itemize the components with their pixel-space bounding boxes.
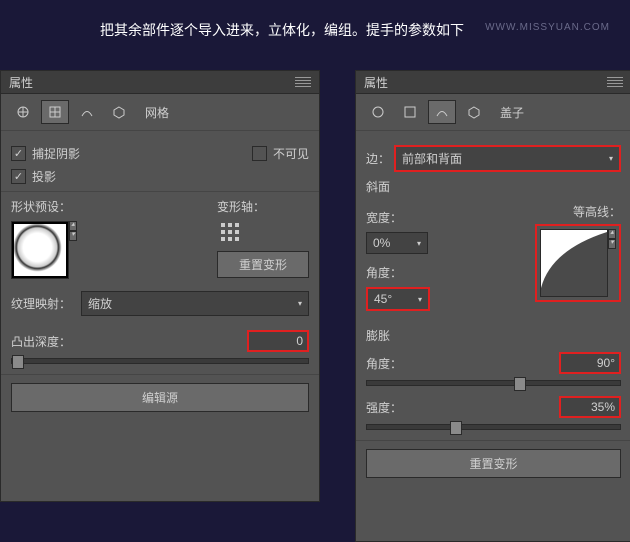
shape-preset-label: 形状预设：	[11, 198, 77, 215]
contour-picker[interactable]	[540, 229, 608, 297]
catch-shadow-label: 捕捉阴影	[32, 145, 80, 162]
extrude-depth-label: 凸出深度：	[11, 333, 71, 350]
bevel-angle-dropdown[interactable]: 45° ▾	[366, 287, 430, 311]
mode-label: 盖子	[500, 104, 524, 121]
panel-title: 属性	[364, 74, 607, 91]
reset-deform-button[interactable]: 重置变形	[366, 449, 621, 478]
mode-icon-row: 网格	[1, 94, 319, 131]
mode-scene-icon[interactable]	[9, 100, 37, 124]
texture-map-label: 纹理映射：	[11, 295, 81, 312]
texture-map-value: 缩放	[88, 295, 112, 312]
deform-axis-grid[interactable]	[221, 223, 239, 241]
mode-mesh-icon[interactable]	[41, 100, 69, 124]
catch-shadow-checkbox[interactable]	[11, 146, 26, 161]
watermark: WWW.MISSYUAN.COM	[485, 22, 610, 33]
edge-value: 前部和背面	[402, 150, 462, 167]
invisible-label: 不可见	[273, 145, 309, 162]
dropdown-arrow-icon: ▾	[417, 239, 421, 248]
bevel-heading: 斜面	[366, 178, 621, 195]
bevel-width-value: 0%	[373, 236, 390, 250]
properties-panel-mesh: 属性 网格 捕捉阴影 不可见 投影 形状预设：	[0, 70, 320, 502]
edit-source-button[interactable]: 编辑源	[11, 383, 309, 412]
properties-panel-cap: 属性 盖子 边： 前部和背面 ▾ 斜面 宽度： 0%	[355, 70, 630, 542]
contour-label: 等高线：	[535, 203, 621, 220]
extrude-depth-input[interactable]: 0	[247, 330, 309, 352]
reset-deform-button[interactable]: 重置变形	[217, 251, 309, 278]
shape-preset-thumb[interactable]	[11, 221, 69, 279]
inflate-angle-input[interactable]: 90°	[559, 352, 621, 374]
bevel-angle-label: 角度：	[366, 264, 402, 281]
page-caption: 把其余部件逐个导入进来，立体化，编组。提手的参数如下	[100, 20, 464, 40]
inflate-angle-label: 角度：	[366, 355, 402, 372]
bevel-angle-value: 45°	[374, 292, 392, 306]
edge-dropdown[interactable]: 前部和背面 ▾	[394, 145, 621, 172]
contour-spinner[interactable]: ▴▾	[608, 229, 616, 297]
dropdown-arrow-icon: ▾	[609, 154, 613, 163]
projection-label: 投影	[32, 168, 56, 185]
dropdown-arrow-icon: ▾	[298, 299, 302, 308]
panel-title: 属性	[9, 74, 295, 91]
mode-cap-icon[interactable]	[105, 100, 133, 124]
strength-input[interactable]: 35%	[559, 396, 621, 418]
mode-mesh-icon[interactable]	[396, 100, 424, 124]
texture-map-dropdown[interactable]: 缩放 ▾	[81, 291, 309, 316]
panel-tab-bar: 属性	[1, 71, 319, 94]
mode-deform-icon[interactable]	[428, 100, 456, 124]
panel-menu-icon[interactable]	[295, 77, 311, 87]
mode-deform-icon[interactable]	[73, 100, 101, 124]
mode-icon-row: 盖子	[356, 94, 630, 131]
panel-menu-icon[interactable]	[607, 77, 623, 87]
strength-label: 强度：	[366, 399, 402, 416]
mode-cap-icon[interactable]	[460, 100, 488, 124]
mode-scene-icon[interactable]	[364, 100, 392, 124]
projection-checkbox[interactable]	[11, 169, 26, 184]
extrude-depth-slider[interactable]	[11, 358, 309, 364]
edge-label: 边：	[366, 150, 394, 167]
strength-slider[interactable]	[366, 424, 621, 430]
bevel-width-label: 宽度：	[366, 209, 402, 226]
inflate-heading: 膨胀	[366, 327, 621, 344]
dropdown-arrow-icon: ▾	[418, 295, 422, 304]
mode-label: 网格	[145, 104, 169, 121]
deform-axis-label: 变形轴：	[217, 198, 309, 215]
panel-tab-bar: 属性	[356, 71, 630, 94]
bevel-width-dropdown[interactable]: 0% ▾	[366, 232, 428, 254]
shape-preset-spinner[interactable]: ▴▾	[69, 221, 77, 279]
invisible-checkbox[interactable]	[252, 146, 267, 161]
inflate-angle-slider[interactable]	[366, 380, 621, 386]
